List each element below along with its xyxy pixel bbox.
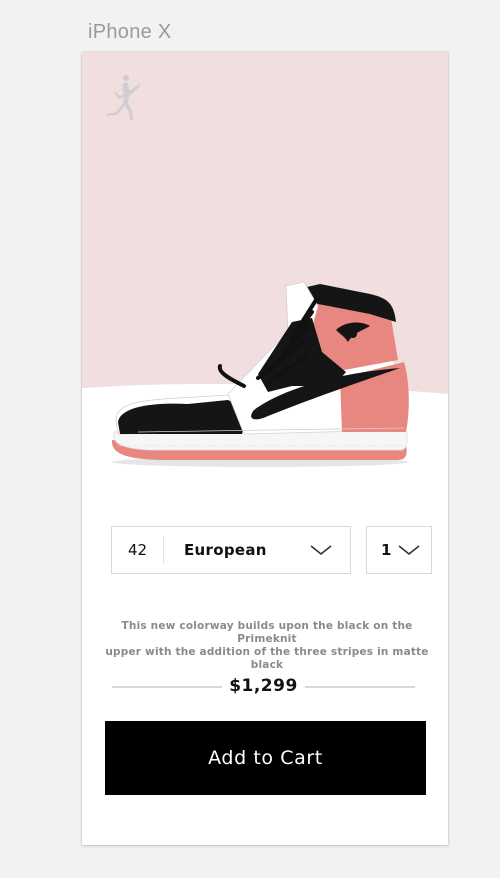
size-system-label: European (184, 541, 267, 559)
description-line-1: This new colorway builds upon the black … (121, 620, 413, 645)
product-image (112, 282, 409, 467)
size-dropdown[interactable]: 42 European (111, 526, 351, 574)
quantity-value: 1 (381, 541, 392, 559)
quantity-dropdown[interactable]: 1 (366, 526, 432, 574)
phone-screen: 42 European 1 This new colorway builds u… (82, 52, 448, 845)
add-to-cart-button[interactable]: Add to Cart (105, 721, 426, 795)
size-value: 42 (127, 541, 148, 559)
product-price: $1,299 (229, 676, 298, 696)
jumpman-logo-icon (106, 75, 140, 120)
option-selectors: 42 European 1 (82, 526, 448, 574)
chevron-down-icon (398, 545, 420, 556)
price-row: $1,299 (112, 674, 415, 698)
divider (163, 536, 164, 564)
description-line-2: upper with the addition of the three str… (105, 646, 429, 671)
chevron-down-icon (310, 545, 332, 556)
product-description: This new colorway builds upon the black … (102, 620, 432, 672)
artboard-title: iPhone X (88, 21, 172, 43)
